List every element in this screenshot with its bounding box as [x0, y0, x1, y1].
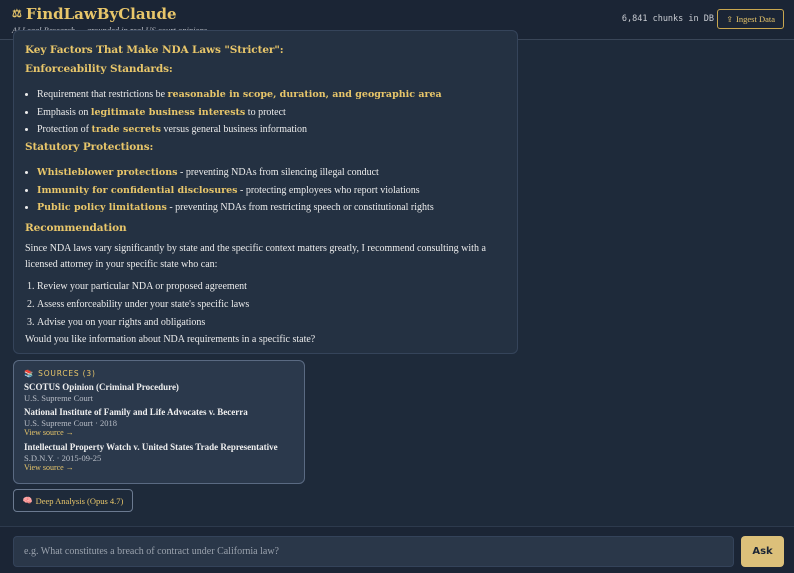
brain-icon: 🧠	[22, 496, 33, 505]
steps-list: Review your particular NDA or proposed a…	[25, 278, 506, 331]
query-bar: Ask	[0, 526, 794, 573]
source-item: National Institute of Family and Life Ad…	[24, 407, 294, 438]
view-source-link[interactable]: View source →	[24, 428, 294, 438]
list-item: Review your particular NDA or proposed a…	[37, 278, 506, 296]
answer-card: Key Factors That Make NDA Laws "Stricter…	[13, 30, 518, 354]
sources-panel: 📚 SOURCES (3) SCOTUS Opinion (Criminal P…	[13, 360, 305, 484]
query-input[interactable]	[13, 536, 734, 567]
books-icon: 📚	[24, 369, 35, 378]
ingest-data-button[interactable]: ⇪ Ingest Data	[717, 9, 784, 29]
source-court: S.D.N.Y. · 2015-09-25	[24, 453, 102, 463]
app-title: ⚖ FindLawByClaude	[12, 5, 207, 23]
recommendation-text: Since NDA laws vary significantly by sta…	[25, 243, 486, 270]
statutory-list: Whistleblower protections - preventing N…	[25, 164, 506, 217]
source-court: U.S. Supreme Court	[24, 393, 93, 403]
ask-button[interactable]: Ask	[741, 536, 784, 567]
list-item: Whistleblower protections - preventing N…	[37, 164, 506, 182]
closing-question: Would you like information about NDA req…	[25, 334, 316, 346]
deep-analysis-label: Deep Analysis (Opus 4.7)	[35, 495, 124, 506]
ingest-data-label: Ingest Data	[736, 14, 775, 24]
key-factors-heading: Key Factors That Make NDA Laws "Stricter…	[25, 44, 284, 56]
list-item: Requirement that restrictions be reasona…	[37, 86, 506, 104]
app-title-text: FindLawByClaude	[25, 5, 177, 23]
source-item: SCOTUS Opinion (Criminal Procedure) U.S.…	[24, 382, 294, 403]
deep-analysis-button[interactable]: 🧠 Deep Analysis (Opus 4.7)	[13, 489, 133, 512]
source-title: SCOTUS Opinion (Criminal Procedure)	[24, 382, 179, 392]
list-item: Assess enforceability under your state's…	[37, 296, 506, 314]
scales-icon: ⚖	[12, 7, 22, 20]
recommendation-heading: Recommendation	[25, 222, 127, 235]
view-source-link[interactable]: View source →	[24, 463, 294, 473]
chunk-count: 6,841 chunks in DB	[621, 14, 714, 24]
source-item: Intellectual Property Watch v. United St…	[24, 442, 294, 473]
list-item: Advise you on your rights and obligation…	[37, 314, 506, 332]
list-item: Protection of trade secrets versus gener…	[37, 121, 506, 139]
upload-icon: ⇪	[726, 14, 734, 24]
source-court: U.S. Supreme Court · 2018	[24, 418, 118, 428]
enforceability-list: Requirement that restrictions be reasona…	[25, 86, 506, 139]
statutory-heading: Statutory Protections:	[25, 141, 154, 154]
source-title: National Institute of Family and Life Ad…	[24, 407, 248, 417]
source-title: Intellectual Property Watch v. United St…	[24, 442, 278, 452]
list-item: Emphasis on legitimate business interest…	[37, 104, 506, 122]
sources-heading: 📚 SOURCES (3)	[24, 369, 96, 378]
enforceability-heading: Enforceability Standards:	[25, 63, 173, 75]
list-item: Immunity for confidential disclosures - …	[37, 182, 506, 200]
list-item: Public policy limitations - preventing N…	[37, 199, 506, 217]
